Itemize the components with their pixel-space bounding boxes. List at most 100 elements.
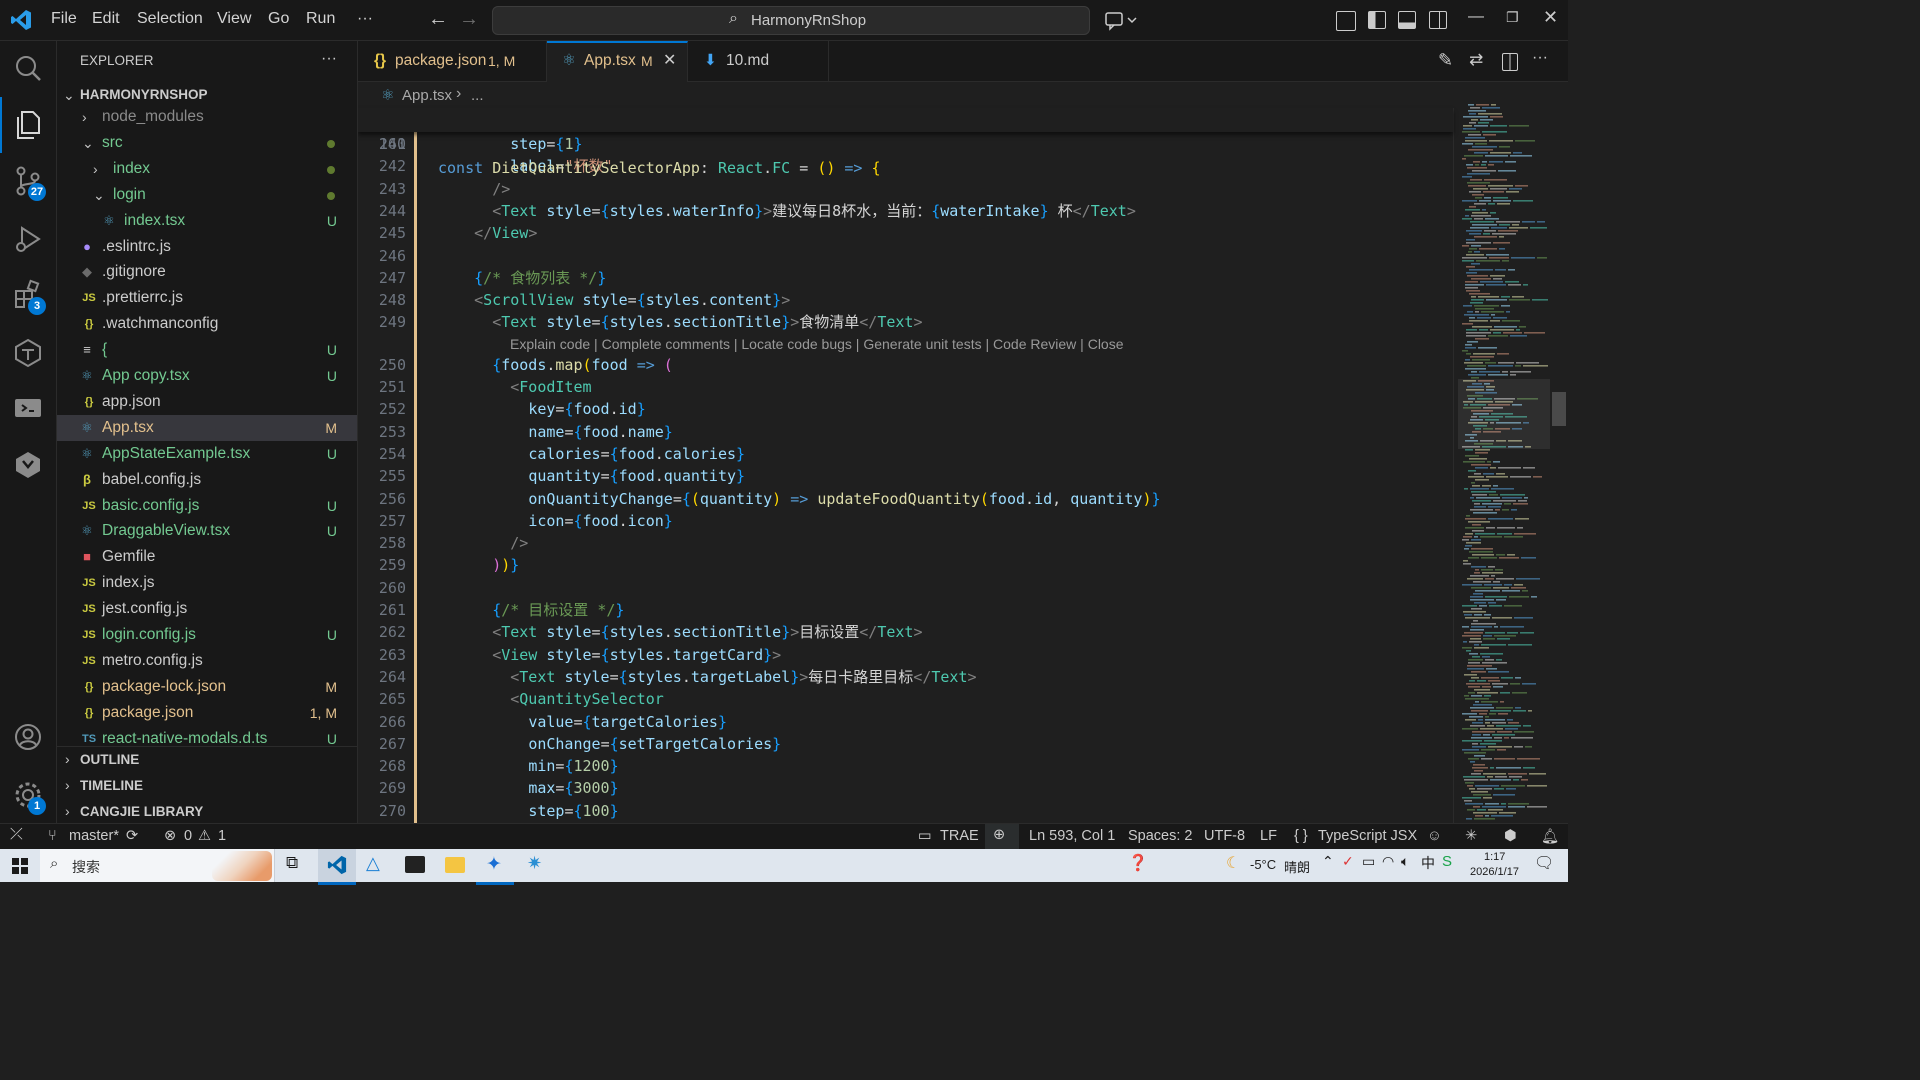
- notification-center-icon[interactable]: 🗨︎: [1534, 853, 1554, 873]
- taskbar-app-icon[interactable]: ✷: [527, 853, 542, 874]
- trae-logo-icon[interactable]: ✳: [1465, 828, 1477, 844]
- taskbar-file-explorer-icon[interactable]: [445, 857, 465, 873]
- cangjie-library-section[interactable]: › CANGJIE LIBRARY: [57, 800, 357, 823]
- remote-indicator-icon[interactable]: ⤫: [10, 826, 23, 844]
- nav-back-icon[interactable]: ←: [428, 8, 448, 31]
- file-item[interactable]: ⚛ DraggableView.tsx U: [57, 518, 357, 544]
- menu-go[interactable]: Go: [268, 10, 289, 28]
- codelens-actions[interactable]: Explain code | Complete comments | Locat…: [510, 336, 1124, 352]
- file-item[interactable]: β babel.config.js: [57, 467, 357, 493]
- tray-app-icon[interactable]: ✓: [1342, 853, 1354, 870]
- account-icon[interactable]: [12, 721, 44, 753]
- restore-icon[interactable]: ❐: [1506, 9, 1519, 26]
- folder-item[interactable]: › index: [57, 156, 357, 182]
- warning-count[interactable]: 1: [218, 828, 226, 844]
- indentation[interactable]: Spaces: 2: [1128, 828, 1193, 844]
- file-item[interactable]: {} package-lock.json M: [57, 674, 357, 700]
- folder-item[interactable]: ⌄ src: [57, 130, 357, 156]
- copilot-chat-icon[interactable]: [1104, 9, 1138, 31]
- git-branch[interactable]: master*: [69, 828, 119, 844]
- settings-gear-icon[interactable]: 1: [12, 779, 46, 815]
- remote-explorer-icon[interactable]: [12, 393, 44, 425]
- battery-icon[interactable]: ▭: [1362, 853, 1375, 870]
- code-editor[interactable]: ⚛ App.tsx › ... 160 const DietQuantitySe…: [358, 82, 1568, 823]
- taskbar-vscode[interactable]: [318, 849, 356, 885]
- compare-changes-icon[interactable]: ⇄: [1469, 50, 1483, 70]
- file-item[interactable]: ⚛ index.tsx U: [57, 208, 357, 234]
- tab-10-md[interactable]: ⬇ 10.md: [688, 41, 829, 81]
- extensions-icon[interactable]: 3: [12, 279, 46, 315]
- clock-time[interactable]: 1:17: [1484, 851, 1505, 863]
- file-item[interactable]: ● .eslintrc.js: [57, 234, 357, 260]
- breadcrumb-file[interactable]: App.tsx: [402, 87, 452, 104]
- tab-package-json[interactable]: {} package.json 1, M: [358, 41, 547, 81]
- copilot-icon[interactable]: ☺: [1427, 828, 1442, 844]
- file-item[interactable]: ≡ {U: [57, 337, 357, 363]
- files-icon[interactable]: [12, 109, 44, 141]
- file-item[interactable]: JS .prettierrc.js: [57, 285, 357, 311]
- file-item[interactable]: JS basic.config.js U: [57, 493, 357, 519]
- zoom-icon[interactable]: ⊕: [985, 824, 1019, 850]
- search-icon[interactable]: [12, 53, 44, 85]
- taskbar-trae[interactable]: ✦: [476, 849, 514, 885]
- tab-app-tsx[interactable]: ⚛ App.tsx M ✕: [547, 41, 688, 82]
- menu-edit[interactable]: Edit: [92, 10, 120, 28]
- file-item[interactable]: JS login.config.js U: [57, 622, 357, 648]
- toggle-panel-icon[interactable]: [1398, 11, 1416, 29]
- task-view-icon[interactable]: ⧉: [286, 853, 298, 873]
- trae-icon[interactable]: [12, 337, 44, 369]
- file-item[interactable]: JS index.js: [57, 570, 357, 596]
- encoding[interactable]: UTF-8: [1204, 828, 1245, 844]
- tray-s-icon[interactable]: S: [1442, 853, 1452, 870]
- timeline-section[interactable]: › TIMELINE: [57, 774, 357, 800]
- windows-start-icon[interactable]: [12, 858, 28, 874]
- weather-temp[interactable]: -5°C: [1250, 857, 1276, 872]
- close-window-icon[interactable]: ✕: [1543, 7, 1558, 28]
- command-center-search[interactable]: ⌕ HarmonyRnShop: [492, 6, 1090, 35]
- outline-section[interactable]: › OUTLINE: [57, 748, 357, 774]
- toggle-secondary-sidebar-icon[interactable]: [1429, 11, 1447, 29]
- edit-pencil-icon[interactable]: ✎: [1438, 50, 1453, 71]
- split-editor-icon[interactable]: [1502, 53, 1518, 71]
- menu-run[interactable]: Run: [306, 10, 335, 28]
- menu-file[interactable]: File: [51, 10, 77, 28]
- taskbar-deveco-icon[interactable]: △: [366, 853, 380, 874]
- sync-icon[interactable]: ⟳: [126, 828, 138, 844]
- file-item[interactable]: ⚛ App.tsx M: [57, 414, 357, 441]
- explorer-more-button[interactable]: ···: [321, 50, 337, 68]
- scrollbar-thumb[interactable]: [1552, 392, 1566, 426]
- wifi-icon[interactable]: ◠: [1382, 853, 1394, 870]
- clock-date[interactable]: 2026/1/17: [1470, 866, 1519, 878]
- file-item[interactable]: JS metro.config.js: [57, 648, 357, 674]
- volume-muted-icon[interactable]: 🔈︎: [1401, 853, 1409, 870]
- file-item[interactable]: ◆ .gitignore: [57, 259, 357, 285]
- close-tab-icon[interactable]: ✕: [663, 41, 676, 81]
- minimap[interactable]: [1458, 104, 1550, 823]
- customize-layout-icon[interactable]: [1336, 11, 1356, 31]
- run-debug-icon[interactable]: [12, 223, 44, 255]
- minimize-icon[interactable]: —: [1468, 8, 1484, 26]
- error-count[interactable]: 0: [184, 828, 192, 844]
- harmony-status-icon[interactable]: ⬢: [1504, 828, 1517, 844]
- input-method-icon[interactable]: 中: [1421, 853, 1435, 873]
- end-of-line[interactable]: LF: [1260, 828, 1277, 844]
- sticky-scroll-line[interactable]: 160 const DietQuantitySelectorApp: React…: [358, 108, 1453, 177]
- file-item[interactable]: ⚛ App copy.tsx U: [57, 363, 357, 389]
- tray-chevron-up-icon[interactable]: ⌃: [1322, 853, 1334, 870]
- file-item[interactable]: JS jest.config.js: [57, 596, 357, 622]
- file-item[interactable]: ⚛ AppStateExample.tsx U: [57, 441, 357, 467]
- folder-item[interactable]: ⌄ login: [57, 182, 357, 208]
- taskbar-terminal-icon[interactable]: [405, 856, 425, 873]
- source-control-icon[interactable]: 27: [12, 165, 46, 201]
- taskbar-search[interactable]: ⌕ 搜索: [40, 849, 275, 882]
- help-icon[interactable]: ❓: [1128, 853, 1148, 873]
- nav-forward-icon[interactable]: →: [459, 8, 479, 31]
- menu-view[interactable]: View: [217, 10, 251, 28]
- harmony-icon[interactable]: [12, 449, 44, 481]
- file-item[interactable]: {} app.json: [57, 389, 357, 415]
- file-item[interactable]: {} .watchmanconfig: [57, 311, 357, 337]
- menu-selection[interactable]: Selection: [137, 10, 203, 28]
- weather-desc[interactable]: 晴朗: [1284, 857, 1310, 876]
- folder-item[interactable]: › node_modules: [57, 104, 357, 130]
- file-item[interactable]: ■ Gemfile: [57, 544, 357, 570]
